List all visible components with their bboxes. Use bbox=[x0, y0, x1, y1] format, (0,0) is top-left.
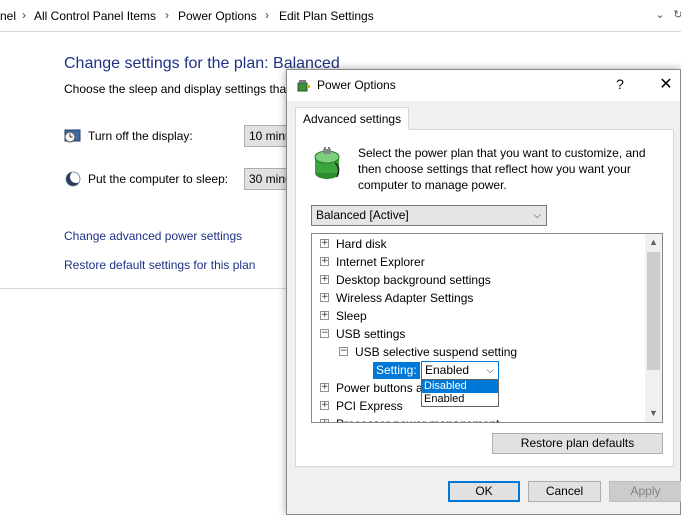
refresh-icon[interactable]: ↻ bbox=[670, 7, 681, 23]
change-advanced-settings-link[interactable]: Change advanced power settings bbox=[64, 229, 242, 243]
display-timeout-label: Turn off the display: bbox=[88, 129, 193, 143]
tree-item-label: Hard disk bbox=[336, 237, 387, 251]
expand-icon[interactable]: + bbox=[320, 401, 329, 410]
breadcrumb-separator-icon[interactable]: › bbox=[165, 8, 169, 22]
breadcrumb-item-power-options[interactable]: Power Options bbox=[178, 9, 257, 23]
battery-plug-icon bbox=[314, 147, 340, 179]
scroll-down-icon[interactable]: ▼ bbox=[645, 405, 662, 422]
display-timer-icon bbox=[64, 129, 81, 143]
intro-text: Select the power plan that you want to c… bbox=[358, 146, 646, 192]
divider bbox=[0, 288, 286, 289]
dialog-title: Power Options bbox=[317, 78, 396, 92]
restore-defaults-link[interactable]: Restore default settings for this plan bbox=[64, 258, 255, 272]
close-icon[interactable]: ✕ bbox=[657, 74, 675, 94]
sleep-timeout-label: Put the computer to sleep: bbox=[88, 172, 229, 186]
power-options-icon bbox=[297, 80, 310, 92]
breadcrumb-separator-icon[interactable]: › bbox=[265, 8, 269, 22]
tree-item-label: Wireless Adapter Settings bbox=[336, 291, 474, 305]
breadcrumb-item-all-control-panel-items[interactable]: All Control Panel Items bbox=[34, 9, 156, 23]
tree-scrollbar[interactable]: ▲ ▼ bbox=[645, 234, 662, 422]
tree-item-label: PCI Express bbox=[336, 399, 403, 413]
page-subtitle: Choose the sleep and display settings th… bbox=[64, 82, 286, 96]
expand-icon[interactable]: + bbox=[320, 257, 329, 266]
setting-value: Enabled bbox=[425, 363, 470, 377]
setting-value-select[interactable]: Enabled ⌵ bbox=[421, 361, 499, 380]
sleep-moon-icon bbox=[65, 171, 82, 187]
restore-plan-defaults-button[interactable]: Restore plan defaults bbox=[492, 433, 663, 454]
dropdown-option-disabled[interactable]: Disabled bbox=[422, 380, 498, 393]
scrollbar-thumb[interactable] bbox=[647, 252, 660, 370]
breadcrumb-item-control-panel[interactable]: nel bbox=[0, 9, 16, 23]
breadcrumb-separator-icon[interactable]: › bbox=[22, 8, 26, 22]
tree-item-label: USB selective suspend setting bbox=[355, 345, 518, 359]
power-options-dialog: Power Options ? ✕ Advanced settings Sele… bbox=[286, 69, 681, 515]
setting-label: Setting: bbox=[373, 362, 420, 379]
tree-item-label: Internet Explorer bbox=[336, 255, 425, 269]
scroll-up-icon[interactable]: ▲ bbox=[645, 234, 662, 251]
chevron-down-icon: ⌵ bbox=[533, 210, 541, 221]
tab-advanced-settings[interactable]: Advanced settings bbox=[295, 107, 410, 130]
expand-icon[interactable]: + bbox=[320, 239, 329, 248]
expand-icon[interactable]: + bbox=[320, 311, 329, 320]
tree-item-label: Processor power management bbox=[336, 415, 499, 422]
ok-button[interactable]: OK bbox=[448, 481, 520, 502]
expand-icon[interactable]: + bbox=[320, 383, 329, 392]
expand-icon[interactable]: + bbox=[320, 419, 329, 422]
expand-icon[interactable]: + bbox=[320, 275, 329, 284]
collapse-icon[interactable]: − bbox=[339, 347, 348, 356]
tree-item-label: USB settings bbox=[336, 327, 406, 341]
breadcrumb-item-edit-plan-settings[interactable]: Edit Plan Settings bbox=[279, 9, 374, 23]
address-dropdown-icon[interactable]: ⌄ bbox=[652, 7, 668, 23]
collapse-icon[interactable]: − bbox=[320, 329, 329, 338]
help-icon[interactable]: ? bbox=[612, 76, 628, 92]
chevron-down-icon: ⌵ bbox=[486, 365, 494, 376]
tree-item-label: Sleep bbox=[336, 309, 367, 323]
plan-select[interactable]: Balanced [Active] ⌵ bbox=[311, 205, 547, 226]
settings-tree: + Hard disk + Internet Explorer + Deskto… bbox=[311, 233, 663, 423]
apply-button[interactable]: Apply bbox=[609, 481, 681, 502]
cancel-button[interactable]: Cancel bbox=[528, 481, 601, 502]
expand-icon[interactable]: + bbox=[320, 293, 329, 302]
dropdown-option-enabled[interactable]: Enabled bbox=[422, 393, 498, 406]
plan-select-value: Balanced [Active] bbox=[316, 208, 409, 222]
tree-item-label: Desktop background settings bbox=[336, 273, 491, 287]
address-bar: nel › All Control Panel Items › Power Op… bbox=[0, 0, 681, 32]
dialog-titlebar[interactable]: Power Options ? ✕ bbox=[287, 70, 680, 101]
setting-dropdown-list: Disabled Enabled bbox=[421, 379, 499, 407]
